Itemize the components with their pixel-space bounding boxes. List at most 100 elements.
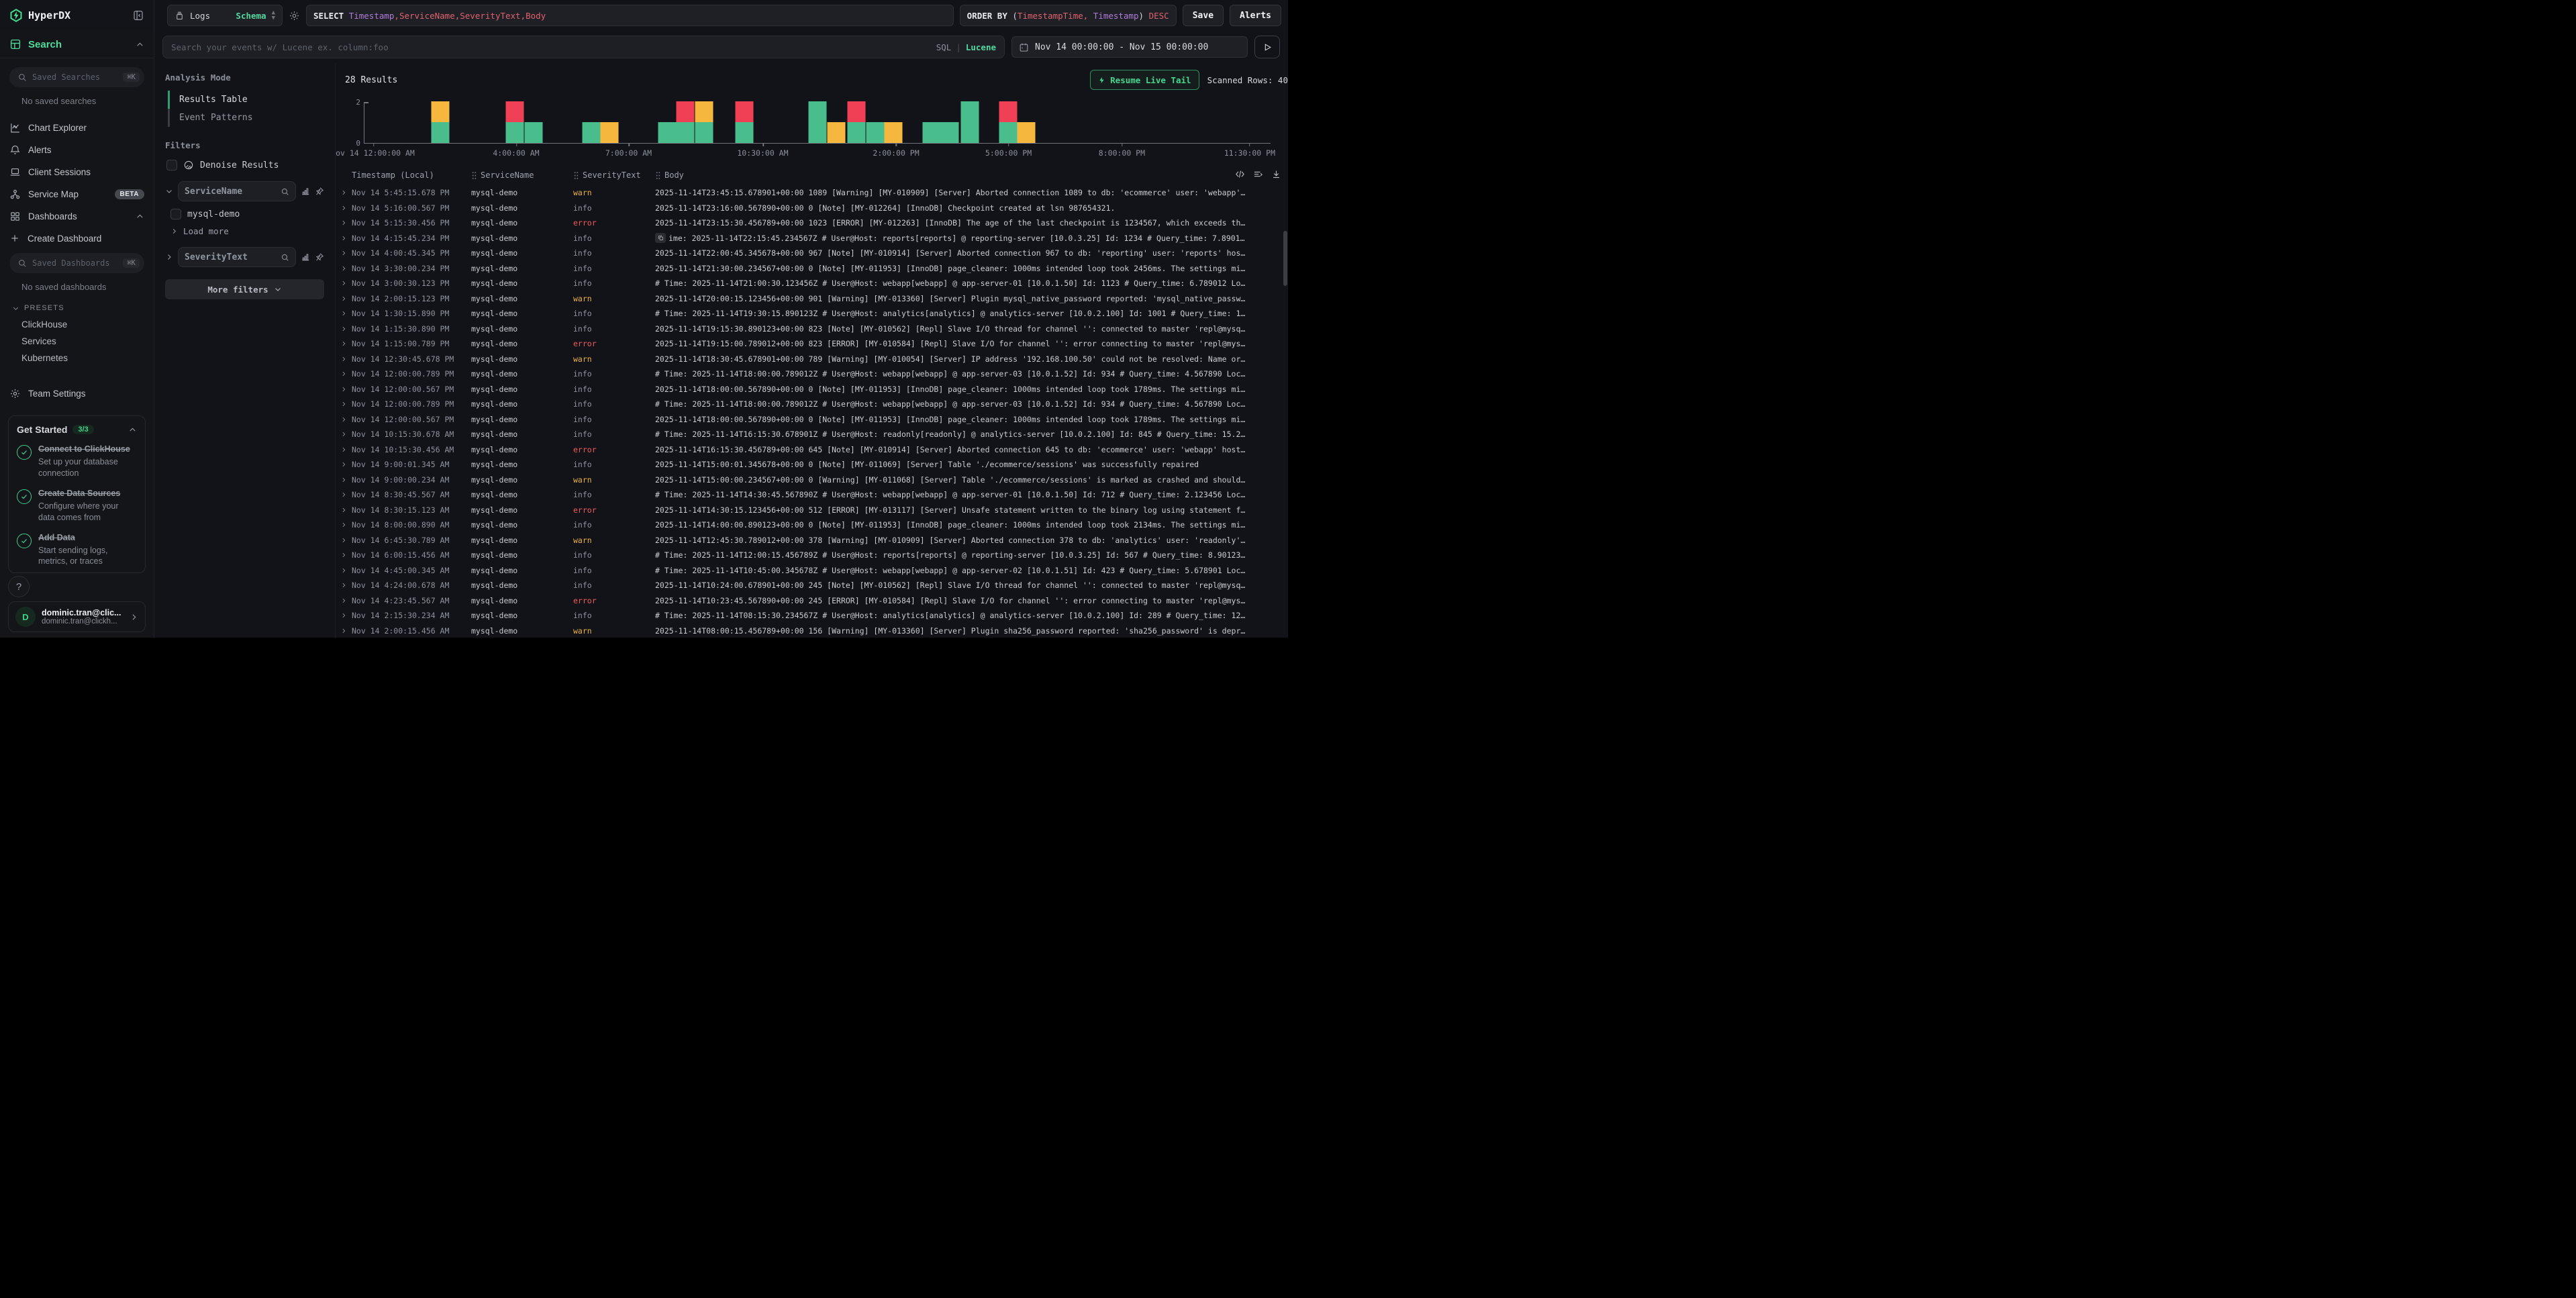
histogram-bar[interactable] — [676, 101, 694, 143]
histogram-bar[interactable] — [582, 122, 600, 143]
expand-row-icon[interactable] — [336, 628, 352, 634]
expand-row-icon[interactable] — [336, 235, 352, 242]
get-started-step[interactable]: Connect to ClickHouse Set up your databa… — [17, 443, 137, 479]
presets-section[interactable]: PRESETS — [12, 304, 154, 312]
log-row[interactable]: Nov 14 1:15:30.890 PM mysql-demo info 20… — [336, 321, 1288, 337]
chevron-down-icon[interactable] — [165, 187, 173, 195]
expand-row-icon[interactable] — [336, 356, 352, 362]
alerts-button[interactable]: Alerts — [1230, 5, 1281, 26]
histogram-bar[interactable] — [960, 101, 979, 143]
histogram-bar[interactable] — [828, 122, 846, 143]
expand-row-icon[interactable] — [336, 507, 352, 513]
date-range-picker[interactable]: Nov 14 00:00:00 - Nov 15 00:00:00 — [1011, 36, 1248, 58]
log-row[interactable]: Nov 14 6:00:15.456 AM mysql-demo info # … — [336, 548, 1288, 563]
expand-row-icon[interactable] — [336, 326, 352, 332]
log-row[interactable]: Nov 14 2:00:15.456 AM mysql-demo warn 20… — [336, 623, 1288, 638]
log-row[interactable]: Nov 14 12:00:00.789 PM mysql-demo info #… — [336, 397, 1288, 412]
chevron-up-icon[interactable] — [136, 212, 144, 221]
log-row[interactable]: Nov 14 10:15:30.678 AM mysql-demo info #… — [336, 427, 1288, 442]
more-filters-button[interactable]: More filters — [165, 279, 324, 299]
histogram-bar[interactable] — [999, 101, 1017, 143]
pin-icon[interactable] — [315, 187, 324, 196]
mode-event-patterns[interactable]: Event Patterns — [168, 109, 324, 127]
brand[interactable]: HyperDX — [9, 8, 70, 23]
expand-row-icon[interactable] — [336, 401, 352, 407]
pin-icon[interactable] — [315, 252, 324, 262]
expand-row-icon[interactable] — [336, 537, 352, 544]
log-row[interactable]: Nov 14 6:45:30.789 AM mysql-demo warn 20… — [336, 533, 1288, 548]
log-row[interactable]: Nov 14 9:00:01.345 AM mysql-demo info 20… — [336, 457, 1288, 472]
histogram-bar[interactable] — [525, 122, 543, 143]
drag-handle-icon[interactable] — [471, 171, 477, 180]
expand-row-icon[interactable] — [336, 446, 352, 453]
log-row[interactable]: Nov 14 4:15:45.234 PM mysql-demo info im… — [336, 231, 1288, 246]
user-menu[interactable]: D dominic.tran@clic... dominic.tran@clic… — [8, 601, 146, 632]
histogram-bar[interactable] — [866, 122, 885, 143]
histogram-bar[interactable] — [695, 101, 713, 143]
expand-row-icon[interactable] — [336, 416, 352, 423]
histogram-bar[interactable] — [432, 101, 450, 143]
log-row[interactable]: Nov 14 8:00:00.890 AM mysql-demo info 20… — [336, 517, 1288, 533]
expand-row-icon[interactable] — [336, 250, 352, 256]
facet-chart-icon[interactable] — [301, 187, 310, 196]
log-row[interactable]: Nov 14 8:30:15.123 AM mysql-demo error 2… — [336, 503, 1288, 518]
col-timestamp[interactable]: Timestamp (Local) — [352, 170, 471, 180]
expand-row-icon[interactable] — [336, 340, 352, 347]
histogram-bar[interactable] — [735, 101, 753, 143]
expand-row-icon[interactable] — [336, 205, 352, 211]
orderby-input[interactable]: ORDER BY (TimestampTime, Timestamp) DESC — [960, 5, 1177, 26]
facet-chart-icon[interactable] — [301, 252, 310, 262]
log-row[interactable]: Nov 14 3:30:00.234 PM mysql-demo info 20… — [336, 261, 1288, 277]
log-row[interactable]: Nov 14 12:00:00.567 PM mysql-demo info 2… — [336, 412, 1288, 428]
expand-row-icon[interactable] — [336, 265, 352, 272]
saved-searches-input[interactable]: Saved Searches ⌘K — [9, 67, 144, 87]
resume-live-tail-button[interactable]: Resume Live Tail — [1090, 70, 1199, 90]
create-dashboard-button[interactable]: Create Dashboard — [0, 228, 154, 249]
log-row[interactable]: Nov 14 10:15:30.456 AM mysql-demo error … — [336, 442, 1288, 458]
expand-row-icon[interactable] — [336, 552, 352, 558]
log-row[interactable]: Nov 14 4:23:45.567 AM mysql-demo error 2… — [336, 593, 1288, 609]
select-query-input[interactable]: SELECT Timestamp,ServiceName,SeverityTex… — [306, 5, 954, 26]
download-icon[interactable] — [1271, 169, 1281, 179]
expand-row-icon[interactable] — [336, 521, 352, 528]
histogram-bar[interactable] — [1017, 122, 1035, 143]
sidebar-item-team-settings[interactable]: Team Settings — [0, 383, 154, 405]
drag-handle-icon[interactable] — [573, 171, 579, 180]
sidebar-item-chart-explorer[interactable]: Chart Explorer — [0, 117, 154, 139]
source-settings-gear-icon[interactable] — [289, 10, 300, 21]
expand-row-icon[interactable] — [336, 582, 352, 589]
expand-row-icon[interactable] — [336, 189, 352, 196]
facet-value-mysql-demo[interactable]: mysql-demo — [170, 209, 324, 219]
chevron-up-icon[interactable] — [128, 426, 137, 434]
expand-row-icon[interactable] — [336, 461, 352, 468]
code-view-icon[interactable] — [1235, 169, 1245, 179]
log-row[interactable]: Nov 14 4:00:45.345 PM mysql-demo info 20… — [336, 246, 1288, 261]
histogram-bar[interactable] — [506, 101, 524, 143]
sidebar-item-search[interactable]: Search — [0, 31, 154, 58]
histogram-bar[interactable] — [923, 122, 941, 143]
expand-row-icon[interactable] — [336, 612, 352, 619]
log-row[interactable]: Nov 14 5:15:30.456 PM mysql-demo error 2… — [336, 215, 1288, 231]
log-row[interactable]: Nov 14 1:30:15.890 PM mysql-demo info # … — [336, 306, 1288, 321]
event-search-input[interactable]: Search your events w/ Lucene ex. column:… — [162, 36, 1005, 58]
expand-row-icon[interactable] — [336, 491, 352, 498]
expand-row-icon[interactable] — [336, 567, 352, 574]
log-row[interactable]: Nov 14 12:00:00.567 PM mysql-demo info 2… — [336, 382, 1288, 397]
sql-toggle[interactable]: SQL — [936, 42, 952, 52]
mysql-demo-checkbox[interactable] — [170, 209, 181, 219]
log-row[interactable]: Nov 14 4:45:00.345 AM mysql-demo info # … — [336, 563, 1288, 579]
col-severitytext[interactable]: SeverityText — [573, 170, 655, 180]
histogram-bar[interactable] — [809, 101, 827, 143]
log-row[interactable]: Nov 14 9:00:00.234 AM mysql-demo warn 20… — [336, 472, 1288, 488]
expand-row-icon[interactable] — [336, 280, 352, 287]
expand-row-icon[interactable] — [336, 370, 352, 377]
histogram-bar[interactable] — [848, 101, 866, 143]
denoise-checkbox[interactable] — [166, 160, 177, 170]
preset-kubernetes[interactable]: Kubernetes — [21, 350, 154, 366]
facet-search-field[interactable]: SeverityText — [178, 247, 296, 267]
expand-row-icon[interactable] — [336, 310, 352, 317]
results-histogram[interactable]: 2 0 Nov 14 12:00:00 AM4:00:00 AM7:00:00 … — [336, 97, 1288, 166]
facet-search-field[interactable]: ServiceName — [178, 181, 296, 201]
run-query-button[interactable] — [1254, 36, 1280, 58]
sidebar-item-dashboards[interactable]: Dashboards — [0, 205, 154, 228]
